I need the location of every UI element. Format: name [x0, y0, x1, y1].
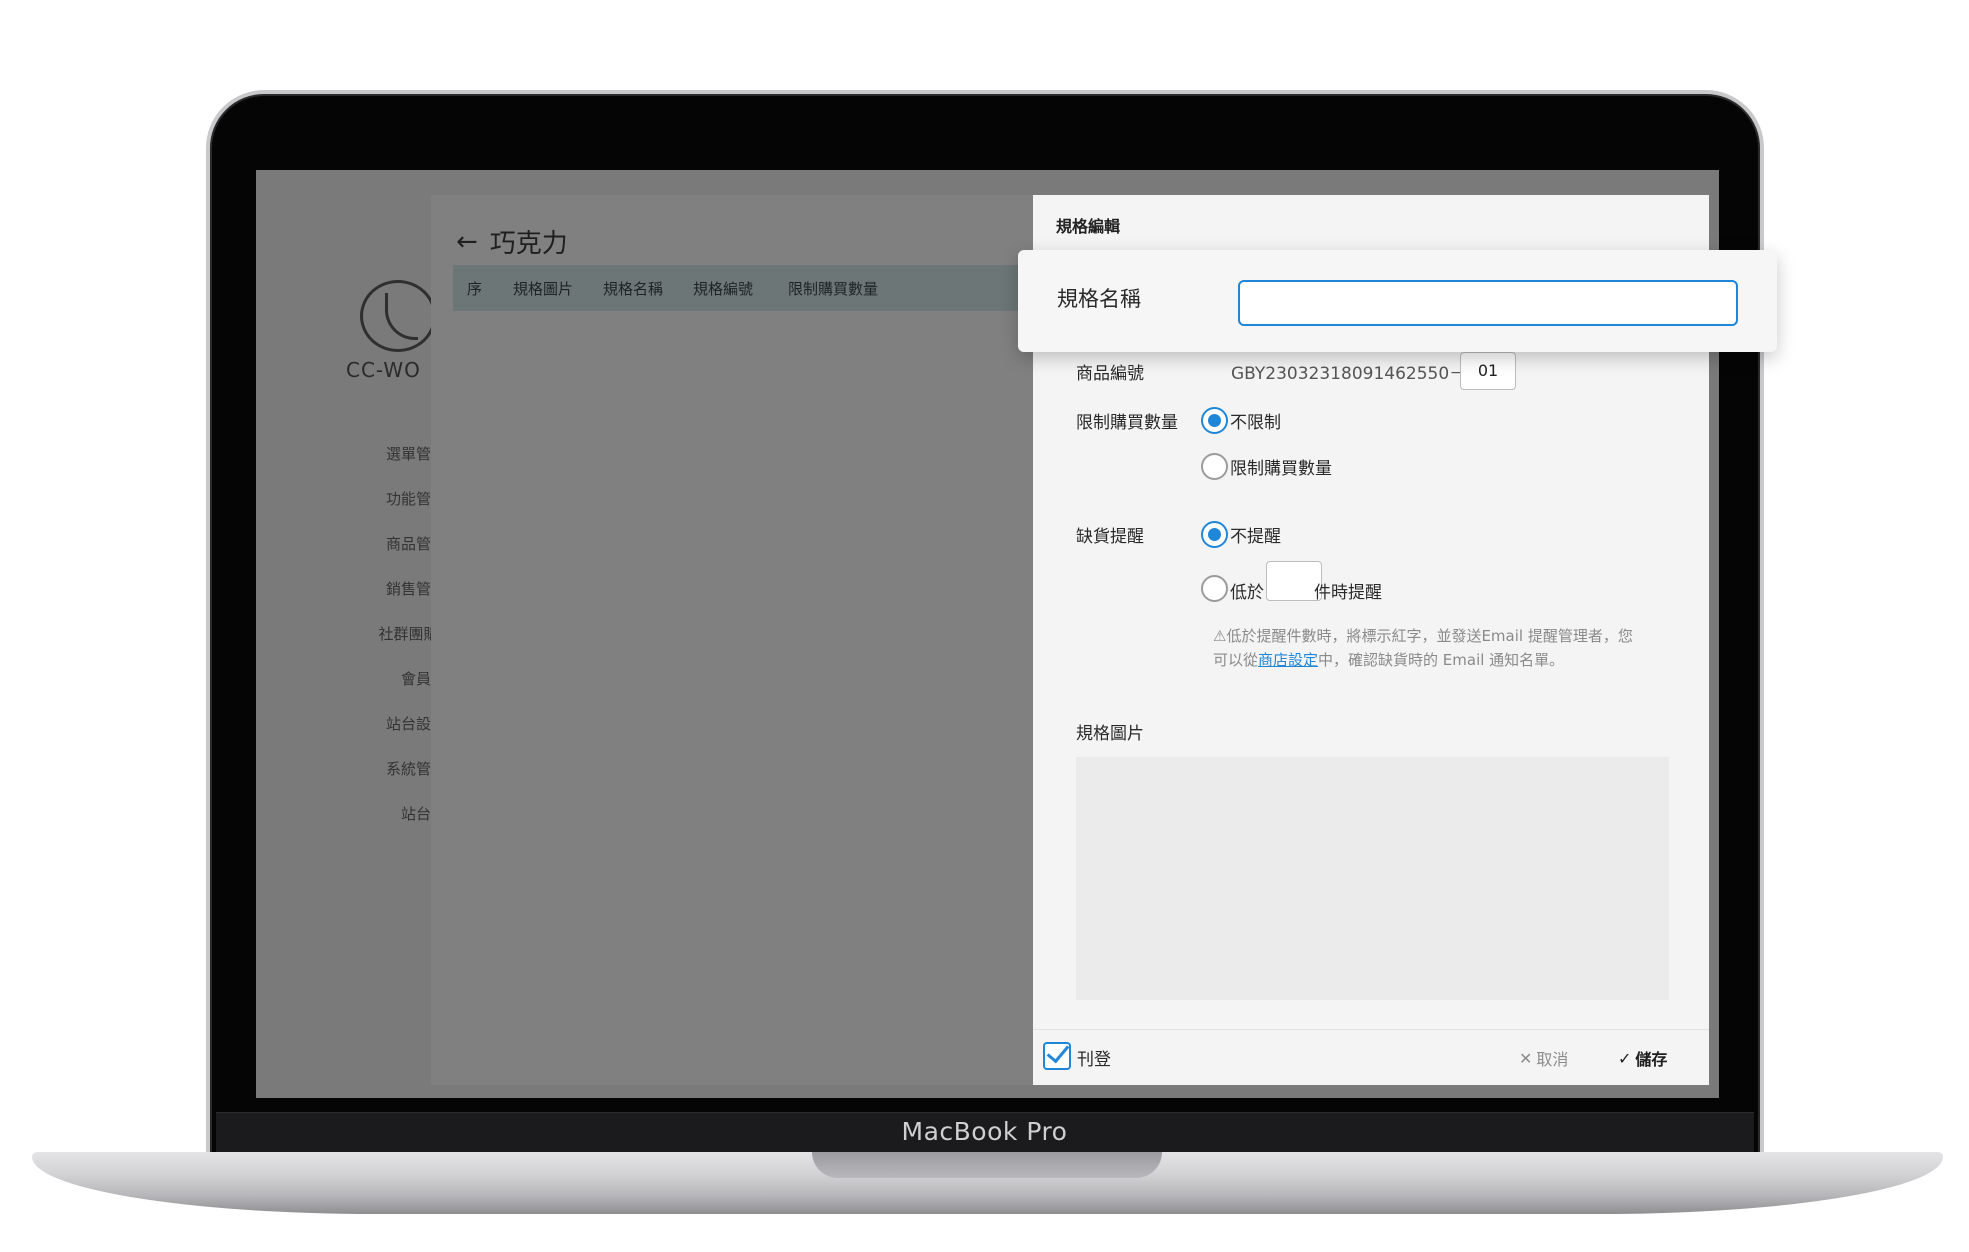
close-icon: ✕ [1519, 1048, 1533, 1068]
column-header: 序 [467, 279, 483, 298]
radio-alert-below-suffix: 件時提醒 [1314, 583, 1382, 603]
cancel-label: 取消 [1536, 1050, 1569, 1069]
spec-name-input[interactable] [1238, 280, 1738, 326]
radio-no-limit[interactable] [1201, 407, 1228, 434]
radio-no-alert-label: 不提醒 [1230, 527, 1281, 547]
logo-text: CC-WO [346, 358, 421, 382]
logo-icon [360, 280, 436, 352]
note-text-end: 中，確認缺貨時的 Email 通知名單。 [1318, 651, 1565, 669]
save-label: 儲存 [1635, 1050, 1668, 1069]
radio-limit-quantity[interactable] [1201, 453, 1228, 480]
purchase-limit-label: 限制購買數量 [1076, 413, 1178, 433]
stock-alert-label: 缺貨提醒 [1076, 527, 1144, 547]
product-code-prefix: GBY23032318091462550－ [1231, 364, 1467, 384]
column-header: 規格編號 [693, 279, 754, 298]
radio-alert-below[interactable] [1201, 575, 1228, 602]
spec-image-label: 規格圖片 [1076, 724, 1144, 744]
dialog-title: 規格編輯 [1056, 217, 1121, 236]
radio-limit-quantity-label: 限制購買數量 [1230, 459, 1332, 479]
radio-no-alert[interactable] [1201, 521, 1228, 548]
laptop-notch [812, 1152, 1162, 1178]
column-header: 規格名稱 [603, 279, 664, 298]
device-label: MacBook Pro [901, 1117, 1068, 1146]
check-icon: ✓ [1618, 1048, 1632, 1068]
publish-checkbox[interactable] [1043, 1042, 1071, 1070]
publish-label: 刊登 [1077, 1050, 1111, 1070]
column-header: 限制購買數量 [788, 279, 879, 298]
spec-image-upload-area[interactable] [1076, 757, 1669, 1000]
store-settings-link[interactable]: 商店設定 [1258, 651, 1318, 669]
product-code-label: 商品編號 [1076, 364, 1144, 384]
list-header: ← 巧克力 [456, 223, 568, 260]
dialog-footer: 刊登 ✕ 取消 ✓ 儲存 [1033, 1029, 1709, 1085]
radio-alert-below-label: 低於 [1230, 583, 1264, 603]
save-button[interactable]: ✓ 儲存 [1618, 1046, 1667, 1070]
cancel-button[interactable]: ✕ 取消 [1519, 1046, 1568, 1070]
spec-name-callout: 規格名稱 [1018, 250, 1777, 352]
radio-no-limit-label: 不限制 [1230, 413, 1281, 433]
stock-alert-note: ⚠低於提醒件數時，將標示紅字，並發送Email 提醒管理者，您可以從商店設定中，… [1213, 624, 1633, 672]
product-code-suffix-input[interactable]: 01 [1460, 352, 1516, 390]
table-header: 序 規格圖片 規格名稱 規格編號 限制購買數量 [453, 265, 1038, 311]
spec-name-label: 規格名稱 [1057, 287, 1141, 311]
column-header: 規格圖片 [513, 279, 574, 298]
arrow-left-icon[interactable]: ← [456, 227, 478, 257]
page-title: 巧克力 [489, 229, 568, 259]
